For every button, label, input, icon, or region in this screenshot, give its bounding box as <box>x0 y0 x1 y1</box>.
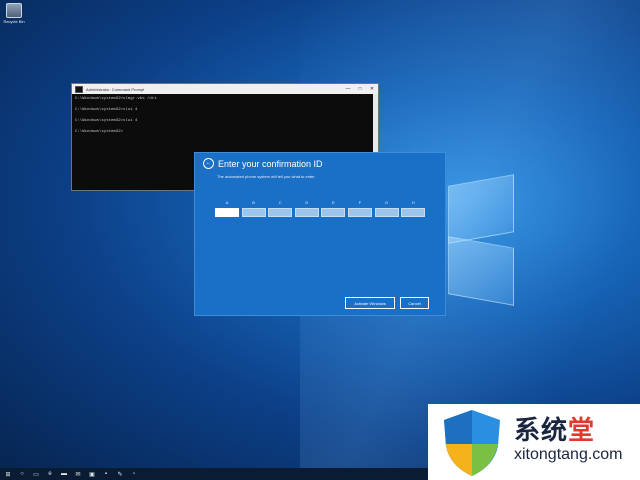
back-arrow-icon[interactable]: ← <box>203 158 214 169</box>
cmd-icon <box>75 85 83 93</box>
dialog-subtitle: The automated phone system will tell you… <box>217 174 316 179</box>
mail-icon[interactable]: ✉ <box>73 469 83 479</box>
task-view-icon[interactable]: ▭ <box>31 469 41 479</box>
confirmation-id-fields: A B C D E F G H <box>215 200 428 217</box>
store-icon[interactable]: ▣ <box>87 469 97 479</box>
confirmation-field-e[interactable] <box>321 208 346 217</box>
watermark-brand-accent: 堂 <box>568 415 596 445</box>
cmd-line: C:\Windows\system32> <box>75 130 124 134</box>
watermark-brand-main: 系统 <box>514 415 569 445</box>
dialog-title: Enter your confirmation ID <box>218 158 323 169</box>
cancel-button[interactable]: Cancel <box>400 297 429 309</box>
confirmation-field-f[interactable] <box>347 208 372 217</box>
file-explorer-icon[interactable]: ▬ <box>59 469 69 479</box>
confirmation-field-c[interactable] <box>268 208 293 217</box>
terminal-icon[interactable]: ▪ <box>101 469 111 479</box>
field-letter: C <box>278 200 282 205</box>
field-letter: D <box>305 200 309 205</box>
activate-windows-button[interactable]: Activate Windows <box>345 297 395 309</box>
watermark-brand: 系统堂 <box>514 410 595 447</box>
recycle-bin-icon <box>6 3 22 18</box>
app-icon[interactable]: ▫ <box>129 469 139 479</box>
cmd-title: Administrator: Command Prompt <box>86 86 145 92</box>
confirmation-field-a[interactable] <box>215 208 239 217</box>
paint-icon[interactable]: ✎ <box>115 469 125 479</box>
recycle-bin-desktop-icon[interactable]: Recycle Bin <box>3 3 25 24</box>
field-letter: B <box>252 200 255 205</box>
maximize-button[interactable]: □ <box>354 86 366 92</box>
field-letter: E <box>332 200 335 205</box>
field-letter: H <box>411 200 415 205</box>
activation-dialog: ← Enter your confirmation ID The automat… <box>194 152 446 316</box>
close-button[interactable]: ✕ <box>366 86 378 92</box>
confirmation-field-g[interactable] <box>374 208 399 217</box>
cmd-line: C:\Windows\system32>slmgr.vbs /dti <box>75 97 157 101</box>
edge-icon[interactable]: e <box>45 469 55 479</box>
cmd-line: C:\Windows\system32>slui 4 <box>75 119 138 123</box>
confirmation-field-d[interactable] <box>294 208 319 217</box>
windows-logo-wallpaper <box>448 174 516 306</box>
cmd-titlebar[interactable]: Administrator: Command Prompt — □ ✕ <box>72 84 378 94</box>
confirmation-field-h[interactable] <box>401 208 426 217</box>
field-letter: G <box>385 200 389 205</box>
search-icon[interactable]: ○ <box>17 469 27 479</box>
recycle-bin-label: Recycle Bin <box>3 19 25 24</box>
field-letter: A <box>225 200 229 205</box>
cmd-line: C:\Windows\system32>slui 4 <box>75 108 138 112</box>
shield-icon <box>444 410 500 476</box>
watermark-logo: 系统堂 xitongtang.com <box>428 404 640 480</box>
minimize-button[interactable]: — <box>342 86 354 92</box>
start-icon[interactable]: ⊞ <box>3 469 13 479</box>
confirmation-field-b[interactable] <box>241 208 266 217</box>
field-letter: F <box>358 200 362 205</box>
watermark-url: xitongtang.com <box>514 446 623 463</box>
